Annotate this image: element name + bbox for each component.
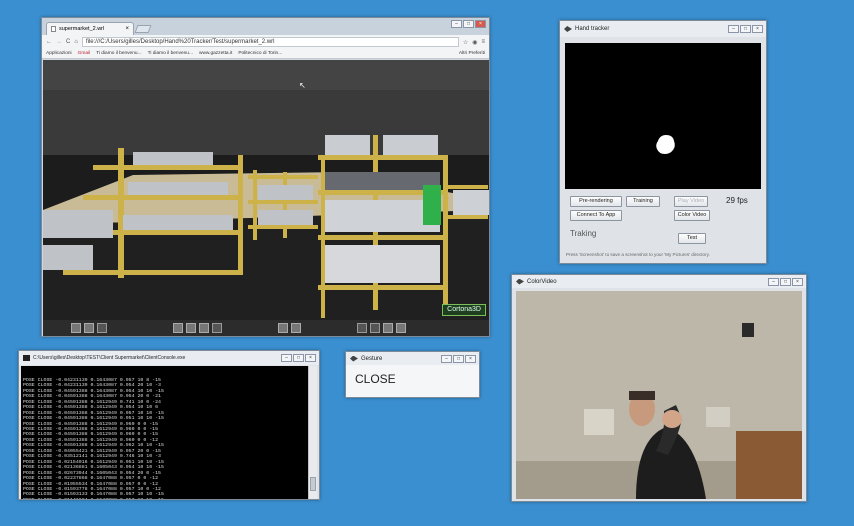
- console-window: C:\Users\gilles\Desktop\TEST\Client Supe…: [18, 350, 320, 500]
- gesture-title: Gesture: [361, 355, 383, 362]
- url-text: file:///C:/Users/gilles/Desktop/Hand%20T…: [85, 39, 275, 45]
- play-video-button[interactable]: Play Video: [674, 196, 708, 207]
- close-icon[interactable]: ×: [465, 354, 476, 363]
- maximize-icon[interactable]: □: [463, 20, 474, 28]
- close-icon[interactable]: ×: [475, 20, 486, 28]
- console-title: C:\Users\gilles\Desktop\TEST\Client Supe…: [33, 355, 186, 361]
- browser-window: supermarket_2.wrl × – □ × ← → C ⌂ file:///…: [41, 17, 490, 337]
- bookmark-polito[interactable]: Politecnico di Torin...: [238, 51, 282, 56]
- window-icon: [564, 26, 572, 32]
- pan-icon[interactable]: [84, 323, 94, 333]
- study-icon[interactable]: [212, 323, 222, 333]
- home-icon[interactable]: ⌂: [74, 39, 78, 45]
- window-controls: – □ ×: [728, 25, 766, 33]
- hand-blob: [656, 135, 675, 154]
- rotate-icon[interactable]: [71, 323, 81, 333]
- minimize-icon[interactable]: –: [441, 354, 452, 363]
- window-controls: – □ ×: [281, 354, 319, 362]
- gesture-value: CLOSE: [355, 372, 396, 386]
- console-icon: [23, 355, 30, 361]
- window-controls: – □ ×: [441, 354, 479, 363]
- supermarket-3d-scene: ↖: [43, 60, 489, 320]
- scroll-thumb[interactable]: [310, 477, 316, 491]
- address-input[interactable]: file:///C:/Users/gilles/Desktop/Hand%20T…: [81, 37, 459, 47]
- maximize-icon[interactable]: □: [780, 277, 791, 286]
- page-icon: [51, 26, 56, 32]
- connect-to-app-button[interactable]: Connect To App: [570, 210, 622, 221]
- back-icon[interactable]: ←: [46, 39, 52, 45]
- bookmark-linkedin[interactable]: Ti diamo il benvenu...: [148, 51, 193, 56]
- close-icon[interactable]: ×: [792, 277, 803, 286]
- color-video-window: ColorVideo – □ ×: [511, 274, 807, 502]
- minimize-icon[interactable]: –: [768, 277, 779, 286]
- minimize-icon[interactable]: –: [281, 354, 292, 362]
- window-icon: [350, 355, 358, 362]
- console-output[interactable]: POSE CLOSE -0.04231139 0.1643087 0.957 1…: [21, 366, 309, 499]
- walk-icon[interactable]: [173, 323, 183, 333]
- window-icon: [516, 278, 524, 285]
- straighten-icon[interactable]: [291, 323, 301, 333]
- prev-viewpoint-icon[interactable]: [357, 323, 367, 333]
- maximize-icon[interactable]: □: [740, 25, 751, 33]
- bookmark-other[interactable]: Altri Preferiti: [459, 51, 485, 56]
- bookmark-gazzetta[interactable]: www.gazzetta.it: [199, 51, 232, 56]
- close-tab-icon[interactable]: ×: [125, 26, 129, 32]
- window-controls: – □ ×: [451, 20, 489, 28]
- minimize-icon[interactable]: –: [728, 25, 739, 33]
- bookmark-gmail[interactable]: Gmail: [78, 51, 91, 56]
- hand-tracker-window: Hand tracker – □ × Pre-rendering Training …: [559, 20, 767, 264]
- test-button[interactable]: Test: [678, 233, 706, 244]
- fps-label: 29 fps: [726, 196, 748, 205]
- menu-icon[interactable]: ≡: [481, 39, 485, 45]
- restore-icon[interactable]: [396, 323, 406, 333]
- status-label: Traking: [570, 229, 597, 238]
- close-icon[interactable]: ×: [752, 25, 763, 33]
- color-video-titlebar: ColorVideo – □ ×: [512, 275, 806, 288]
- forward-icon[interactable]: →: [56, 39, 62, 45]
- browser-tab[interactable]: supermarket_2.wrl ×: [46, 22, 134, 35]
- tab-title: supermarket_2.wrl: [59, 26, 105, 32]
- hand-tracker-titlebar: Hand tracker – □ ×: [560, 21, 766, 37]
- viewer-toolbar: [43, 320, 489, 336]
- webcam-view: [516, 291, 802, 499]
- move-icon[interactable]: [186, 323, 196, 333]
- console-lines: POSE CLOSE -0.04231139 0.1643087 0.957 1…: [23, 378, 307, 499]
- training-button[interactable]: Training: [626, 196, 660, 207]
- next-viewpoint-icon[interactable]: [370, 323, 380, 333]
- vrml-viewport[interactable]: ↖ Cortona3D: [43, 60, 489, 320]
- gesture-window: Gesture – □ × CLOSE: [345, 351, 480, 398]
- view-icon[interactable]: [97, 323, 107, 333]
- reload-icon[interactable]: C: [66, 39, 70, 45]
- console-line: POSE CLOSE -0.01141604 0.1647088 0.957 1…: [23, 498, 307, 499]
- minimize-icon[interactable]: –: [451, 20, 462, 28]
- star-icon[interactable]: ☆: [463, 39, 468, 46]
- close-icon[interactable]: ×: [305, 354, 316, 362]
- hand-tracker-title: Hand tracker: [575, 26, 610, 32]
- bookmarks-bar: Applicazioni Gmail Ti diamo il benvenu..…: [42, 49, 489, 59]
- browser-tabbar: supermarket_2.wrl × – □ ×: [42, 18, 489, 35]
- address-bar-row: ← → C ⌂ file:///C:/Users/gilles/Desktop/…: [42, 35, 489, 49]
- new-tab-button[interactable]: [134, 25, 152, 33]
- extension-icon[interactable]: ◉: [472, 39, 477, 46]
- console-scrollbar[interactable]: [308, 366, 317, 499]
- depth-view: [565, 43, 761, 189]
- pre-rendering-button[interactable]: Pre-rendering: [570, 196, 622, 207]
- cortona3d-logo: Cortona3D: [442, 304, 486, 316]
- color-video-title: ColorVideo: [527, 278, 557, 285]
- fly-icon[interactable]: [199, 323, 209, 333]
- undo-icon[interactable]: [383, 323, 393, 333]
- bookmark-apps[interactable]: Applicazioni: [46, 51, 72, 56]
- console-titlebar: C:\Users\gilles\Desktop\TEST\Client Supe…: [19, 351, 319, 365]
- color-video-button[interactable]: Color Video: [674, 210, 710, 221]
- bookmark-facebook[interactable]: Ti diamo il benvenu...: [96, 51, 141, 56]
- fit-icon[interactable]: [278, 323, 288, 333]
- gesture-titlebar: Gesture – □ ×: [346, 352, 479, 365]
- window-controls: – □ ×: [768, 277, 806, 286]
- maximize-icon[interactable]: □: [453, 354, 464, 363]
- screenshot-hint: Press 'Screenshot' to save a screenshot …: [566, 252, 710, 257]
- svg-text:↖: ↖: [299, 81, 306, 90]
- maximize-icon[interactable]: □: [293, 354, 304, 362]
- webcam-frame: [516, 291, 802, 499]
